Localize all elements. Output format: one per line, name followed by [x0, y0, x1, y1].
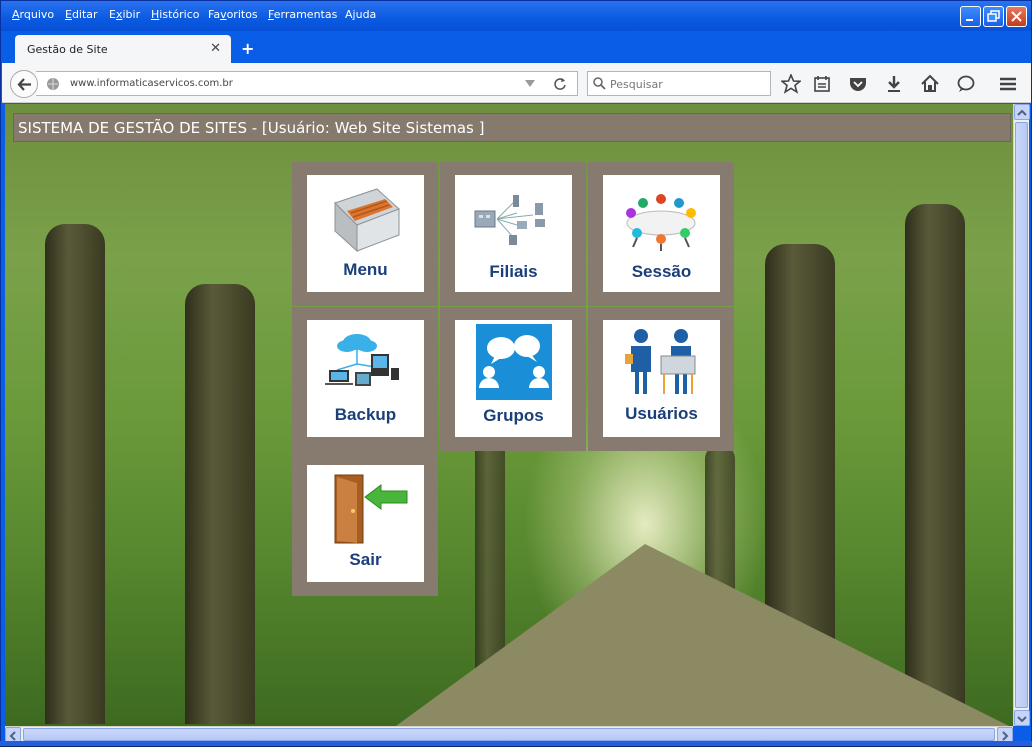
- forest-path: [385, 544, 1013, 726]
- tile-backup-card: Backup: [307, 320, 424, 437]
- reload-icon[interactable]: [553, 77, 567, 91]
- globe-icon: [47, 78, 59, 90]
- tile-label: Usuários: [625, 404, 698, 423]
- menu-ferramentas[interactable]: Ferramentas: [268, 8, 337, 21]
- minimize-button[interactable]: [960, 6, 981, 27]
- page-title: SISTEMA DE GESTÃO DE SITES - [Usuário: W…: [18, 119, 485, 137]
- tile-backup[interactable]: Backup: [292, 307, 438, 451]
- horizontal-scroll-thumb[interactable]: [23, 728, 995, 741]
- back-button[interactable]: [10, 70, 38, 98]
- url-bar[interactable]: www.informaticaservicos.com.br: [36, 71, 578, 96]
- new-tab-button[interactable]: +: [241, 39, 254, 58]
- tile-menu-card: Menu: [307, 175, 424, 292]
- tab-title: Gestão de Site: [27, 43, 108, 56]
- pocket-icon[interactable]: [848, 74, 868, 94]
- tile-filiais[interactable]: Filiais: [440, 162, 586, 306]
- tile-label: Backup: [334, 405, 397, 424]
- tile-grupos-card: Grupos: [455, 320, 572, 437]
- minimize-icon: [966, 19, 973, 21]
- vertical-scroll-thumb[interactable]: [1015, 122, 1028, 708]
- maximize-button[interactable]: [983, 6, 1004, 27]
- tile-label: Menu: [343, 260, 388, 279]
- menu-exibir[interactable]: Exibir: [109, 8, 140, 21]
- close-window-button[interactable]: [1006, 6, 1027, 27]
- menu-arquivo[interactable]: Arquivo: [12, 8, 54, 21]
- bookmark-star-icon[interactable]: [781, 74, 801, 94]
- tab-strip: Gestão de Site ✕ +: [1, 31, 1031, 63]
- download-icon[interactable]: [884, 74, 904, 94]
- tile-sessao-card: Sessão: [603, 175, 720, 292]
- menu-favoritos[interactable]: Favoritos: [208, 8, 258, 21]
- menu-bar: Arquivo Editar Exibir Histórico Favorito…: [1, 1, 1031, 31]
- tile-label: Sair: [349, 550, 382, 569]
- tile-menu[interactable]: Menu: [292, 162, 438, 306]
- nav-bar: www.informaticaservicos.com.br Pesquisar: [2, 63, 1031, 103]
- tile-label: Sessão: [631, 262, 692, 281]
- tile-label: Grupos: [483, 406, 544, 425]
- menu-historico[interactable]: Histórico: [151, 8, 199, 21]
- bookmarks-list-icon[interactable]: [812, 74, 832, 94]
- tile-label: Filiais: [489, 262, 538, 281]
- home-icon[interactable]: [920, 74, 940, 94]
- system-header-bar: SISTEMA DE GESTÃO DE SITES - [Usuário: W…: [13, 113, 1011, 142]
- taskbar-strip: [0, 741, 1032, 746]
- dropdown-arrow-icon[interactable]: [525, 80, 535, 88]
- tile-usuarios-card: Usuários: [603, 320, 720, 437]
- scroll-up-button[interactable]: [1014, 104, 1030, 120]
- tile-sessao[interactable]: Sessão: [588, 162, 734, 306]
- menu-editar[interactable]: Editar: [65, 8, 98, 21]
- scroll-down-button[interactable]: [1014, 710, 1030, 726]
- tile-sair-card: Sair: [307, 465, 424, 582]
- menu-ajuda[interactable]: Ajuda: [345, 8, 376, 21]
- hamburger-menu-icon[interactable]: [998, 74, 1018, 94]
- browser-window: Arquivo Editar Exibir Histórico Favorito…: [0, 0, 1032, 746]
- tab-gestao-de-site[interactable]: Gestão de Site ✕: [15, 35, 231, 63]
- background-tree: [185, 284, 255, 724]
- background-tree: [45, 224, 105, 724]
- tile-grupos[interactable]: Grupos: [440, 307, 586, 451]
- vertical-scrollbar[interactable]: [1013, 104, 1030, 726]
- close-icon: [1011, 11, 1022, 22]
- tile-sair[interactable]: Sair: [292, 452, 438, 596]
- tile-filiais-card: Filiais: [455, 175, 572, 292]
- restore-icon: [987, 10, 1000, 22]
- search-bar[interactable]: Pesquisar: [587, 71, 771, 96]
- tile-usuarios[interactable]: Usuários: [588, 307, 734, 451]
- chevron-up-icon: [1017, 109, 1027, 116]
- chat-icon[interactable]: [956, 74, 976, 94]
- search-icon: [593, 77, 606, 90]
- page-content: SISTEMA DE GESTÃO DE SITES - [Usuário: W…: [5, 104, 1013, 726]
- horizontal-scrollbar[interactable]: [5, 726, 1013, 743]
- back-arrow-icon: [17, 78, 31, 91]
- search-placeholder: Pesquisar: [610, 78, 663, 91]
- url-text: www.informaticaservicos.com.br: [70, 78, 233, 89]
- chevron-down-icon: [1017, 716, 1027, 723]
- tab-close-icon[interactable]: ✕: [210, 41, 221, 56]
